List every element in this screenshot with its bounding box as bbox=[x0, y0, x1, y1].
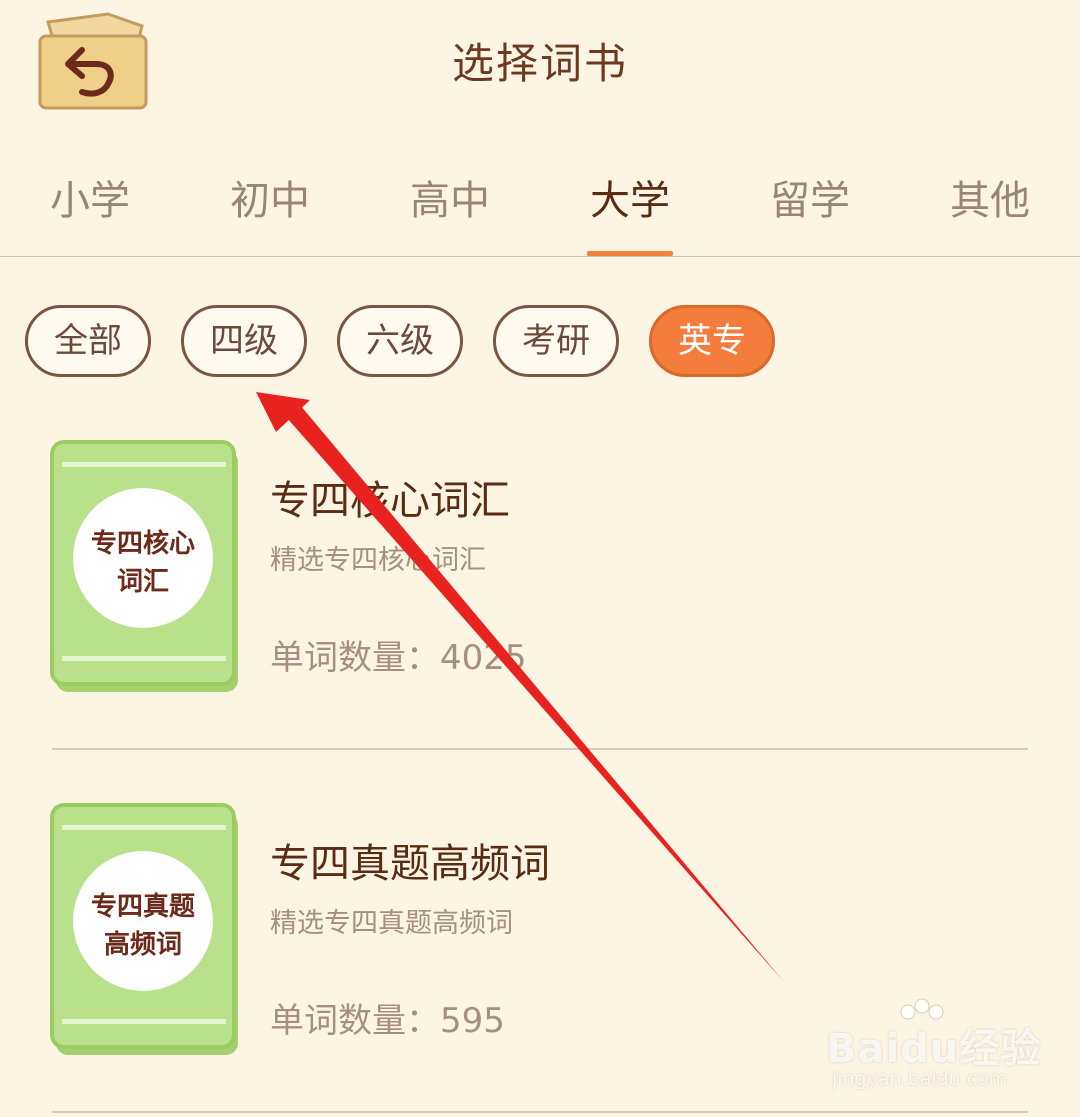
cover-line-2: 词汇 bbox=[117, 567, 169, 597]
header: 选择词书 bbox=[0, 0, 1080, 130]
active-tab-indicator bbox=[587, 251, 673, 256]
tab-study-abroad[interactable]: 留学 bbox=[750, 168, 870, 226]
watermark-brand: Baidu经验 bbox=[826, 1026, 1042, 1072]
filter-cet6-chip[interactable]: 六级 bbox=[337, 305, 463, 377]
word-count: 单词数量：595 bbox=[270, 1001, 505, 1041]
tab-senior-high[interactable]: 高中 bbox=[390, 168, 510, 226]
filter-english-major-chip[interactable]: 英专 bbox=[649, 305, 775, 377]
watermark: Baidu经验 jingyan.baidu.com bbox=[826, 998, 1046, 1098]
tab-junior-high[interactable]: 初中 bbox=[210, 168, 330, 226]
filter-postgrad-chip[interactable]: 考研 bbox=[493, 305, 619, 377]
book-list-item[interactable]: 专四核心 词汇 专四核心词汇 精选专四核心词汇 单词数量：4025 bbox=[0, 440, 1080, 740]
filter-chips: 全部 四级 六级 考研 英专 bbox=[0, 305, 1080, 385]
level-tabs: 小学 初中 高中 大学 留学 其他 bbox=[0, 150, 1080, 257]
tab-primary-school[interactable]: 小学 bbox=[30, 168, 150, 226]
tab-university[interactable]: 大学 bbox=[570, 168, 690, 226]
book-title: 专四核心词汇 bbox=[270, 478, 510, 524]
page-title: 选择词书 bbox=[451, 39, 628, 88]
book-cover-icon: 专四真题 高频词 bbox=[50, 803, 238, 1055]
list-divider bbox=[52, 1111, 1028, 1113]
watermark-url: jingyan.baidu.com bbox=[832, 1068, 1008, 1090]
book-title: 专四真题高频词 bbox=[270, 841, 550, 887]
filter-all-chip[interactable]: 全部 bbox=[25, 305, 151, 377]
list-divider bbox=[52, 748, 1028, 750]
book-cover-icon: 专四核心 词汇 bbox=[50, 440, 238, 692]
word-count: 单词数量：4025 bbox=[270, 638, 527, 678]
book-description: 精选专四核心词汇 bbox=[270, 545, 486, 576]
cover-line-2: 高频词 bbox=[104, 929, 182, 960]
filter-cet4-chip[interactable]: 四级 bbox=[181, 305, 307, 377]
cover-line-1: 专四核心 bbox=[91, 528, 195, 559]
tab-other[interactable]: 其他 bbox=[930, 168, 1050, 226]
cover-line-1: 专四真题 bbox=[91, 892, 195, 922]
book-description: 精选专四真题高频词 bbox=[270, 908, 513, 939]
